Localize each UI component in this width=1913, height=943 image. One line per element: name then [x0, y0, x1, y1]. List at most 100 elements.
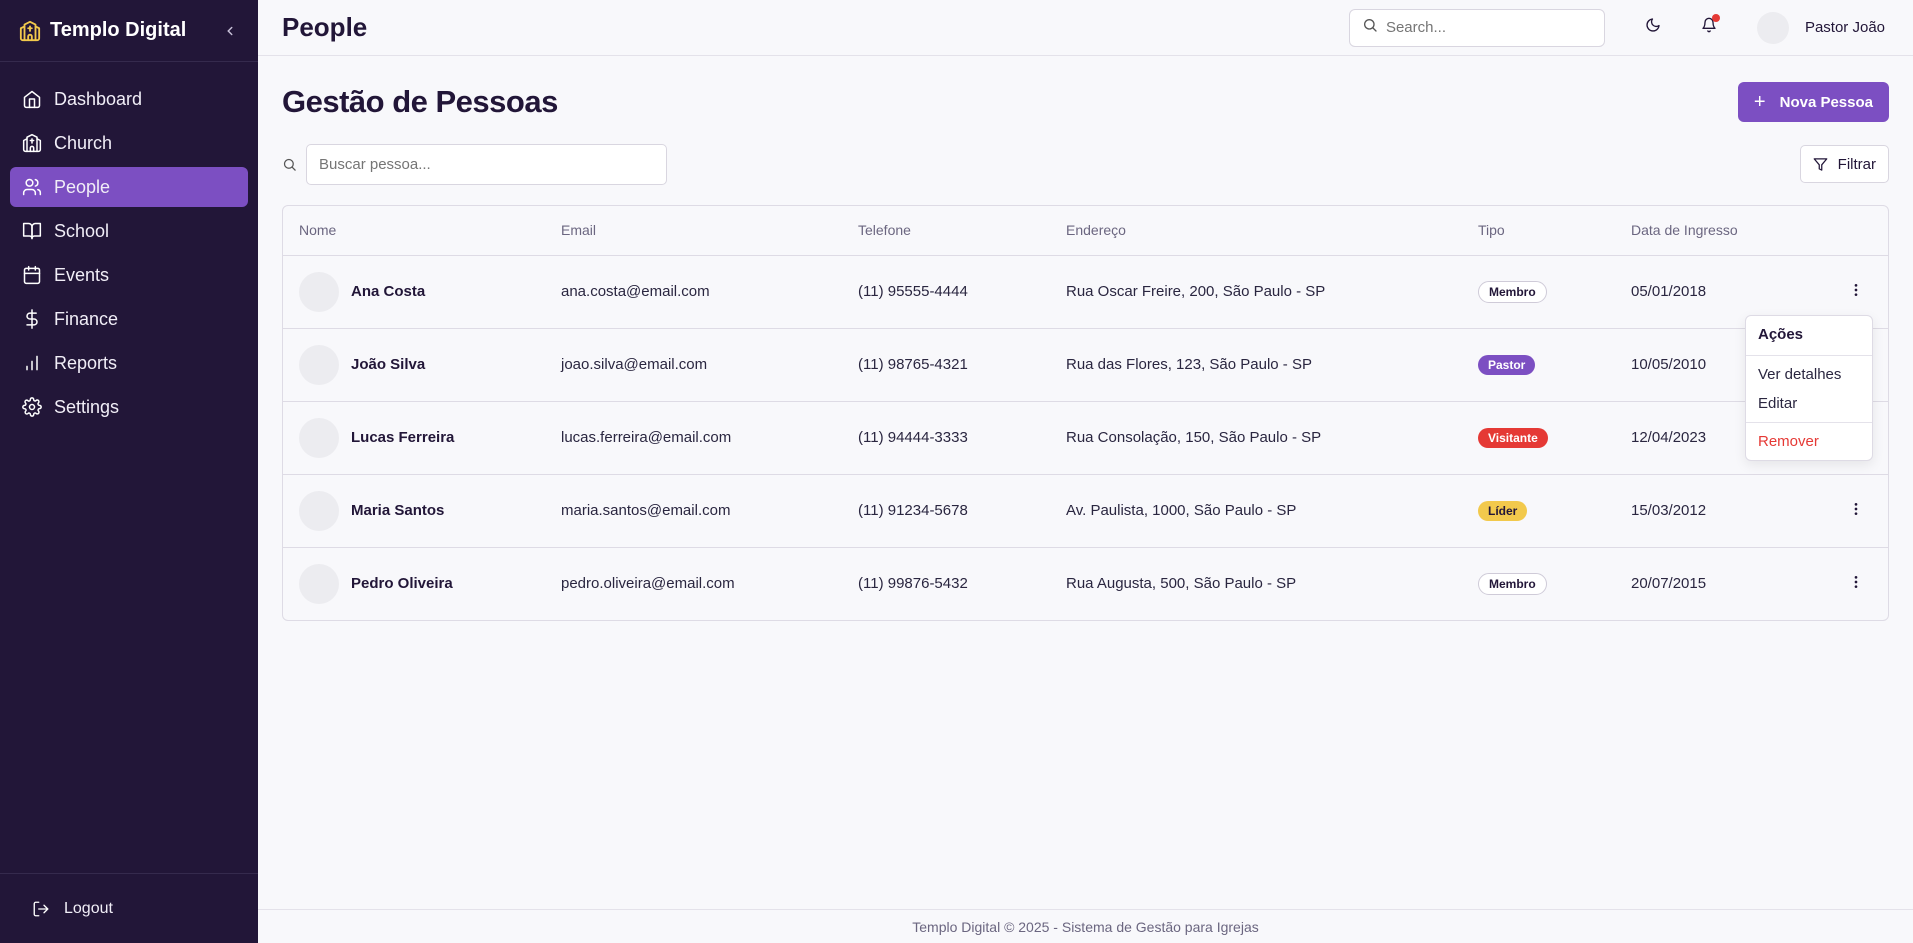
- table-row[interactable]: Lucas Ferreira lucas.ferreira@email.com …: [283, 401, 1888, 475]
- avatar: [299, 271, 339, 312]
- plus-icon: +: [1753, 90, 1766, 113]
- more-vertical-icon: [1848, 574, 1864, 594]
- filter-label: Filtrar: [1837, 155, 1876, 173]
- column-header-address[interactable]: Endereço: [1050, 206, 1462, 256]
- edit-menu-item[interactable]: Editar: [1746, 389, 1872, 418]
- column-header-email[interactable]: Email: [545, 206, 842, 256]
- table-header-row: Nome Email Telefone Endereço Tipo Data d…: [283, 206, 1888, 256]
- row-actions-button[interactable]: [1844, 572, 1868, 596]
- sidebar-item-events[interactable]: Events: [10, 255, 248, 295]
- calendar-icon: [22, 265, 42, 285]
- column-header-date[interactable]: Data de Ingresso: [1615, 206, 1800, 256]
- remove-menu-item[interactable]: Remover: [1746, 427, 1872, 456]
- column-header-actions: [1800, 206, 1888, 256]
- column-header-name[interactable]: Nome: [283, 206, 545, 256]
- person-name: Pedro Oliveira: [351, 575, 453, 593]
- table-row[interactable]: Pedro Oliveira pedro.oliveira@email.com …: [283, 547, 1888, 620]
- sidebar-item-church[interactable]: Church: [10, 123, 248, 163]
- sidebar-item-label: Events: [54, 264, 110, 285]
- table-row[interactable]: João Silva joao.silva@email.com (11) 987…: [283, 328, 1888, 402]
- person-address: Rua Oscar Freire, 200, São Paulo - SP: [1050, 255, 1462, 329]
- type-badge: Pastor: [1478, 354, 1536, 375]
- menu-divider: [1746, 355, 1872, 356]
- sidebar-item-people[interactable]: People: [10, 167, 248, 207]
- logout-button[interactable]: Logout: [32, 900, 113, 918]
- global-search: [1348, 8, 1605, 47]
- main-content: Gestão de Pessoas + Nova Pessoa Filtrar …: [258, 57, 1913, 909]
- join-date: 20/07/2015: [1631, 575, 1707, 593]
- person-address: Rua Augusta, 500, São Paulo - SP: [1066, 575, 1297, 593]
- table-row[interactable]: Maria Santos maria.santos@email.com (11)…: [283, 474, 1888, 548]
- person-phone: (11) 95555-4444: [842, 255, 1050, 329]
- new-person-button[interactable]: + Nova Pessoa: [1737, 82, 1889, 122]
- more-vertical-icon: [1848, 282, 1864, 302]
- section-title: Gestão de Pessoas: [282, 84, 558, 119]
- column-header-phone[interactable]: Telefone: [842, 206, 1050, 256]
- sidebar-item-label: Dashboard: [54, 88, 143, 109]
- person-email: lucas.ferreira@email.com: [545, 401, 842, 475]
- person-name: Ana Costa: [351, 283, 426, 300]
- sidebar-item-label: Settings: [54, 396, 120, 417]
- join-date: 15/03/2012: [1615, 474, 1800, 548]
- type-badge: Membro: [1478, 572, 1547, 595]
- search-icon: [1362, 17, 1378, 38]
- sidebar: Templo Digital Dashboard Church People S…: [0, 0, 258, 943]
- search-icon: [282, 157, 300, 172]
- row-actions-button[interactable]: [1844, 280, 1868, 304]
- logout-label: Logout: [64, 899, 113, 917]
- person-address: Rua das Flores, 123, São Paulo - SP: [1050, 328, 1462, 402]
- menu-divider: [1746, 422, 1872, 423]
- type-badge: Membro: [1478, 280, 1547, 303]
- dollar-icon: [22, 309, 42, 329]
- user-name: Pastor João: [1804, 19, 1885, 36]
- sidebar-item-label: Church: [54, 132, 113, 153]
- footer-text: Templo Digital © 2025 - Sistema de Gestã…: [912, 918, 1259, 935]
- sidebar-item-finance[interactable]: Finance: [10, 299, 248, 339]
- person-address: Rua Consolação, 150, São Paulo - SP: [1050, 401, 1462, 475]
- avatar: [299, 344, 339, 385]
- page-title: People: [282, 12, 368, 42]
- sidebar-nav: Dashboard Church People School Events Fi…: [0, 62, 258, 427]
- person-search: [282, 143, 667, 185]
- sidebar-item-label: Reports: [54, 352, 118, 373]
- person-email: pedro.oliveira@email.com: [561, 575, 735, 593]
- person-search-input[interactable]: [306, 143, 667, 185]
- global-search-input[interactable]: [1385, 19, 1586, 36]
- avatar: [299, 417, 339, 458]
- table-row[interactable]: Ana Costa ana.costa@email.com (11) 95555…: [283, 255, 1888, 329]
- people-table: Nome Email Telefone Endereço Tipo Data d…: [282, 205, 1889, 621]
- theme-toggle-button[interactable]: [1635, 10, 1671, 46]
- sidebar-item-label: School: [54, 220, 110, 241]
- person-address: Av. Paulista, 1000, São Paulo - SP: [1050, 474, 1462, 548]
- row-actions-menu: Ações Ver detalhes Editar Remover: [1745, 315, 1873, 461]
- gear-icon: [22, 397, 42, 417]
- new-person-label: Nova Pessoa: [1779, 93, 1873, 111]
- notifications-button[interactable]: [1691, 10, 1727, 46]
- avatar: [1756, 11, 1789, 44]
- user-menu[interactable]: Pastor João: [1756, 11, 1885, 44]
- sidebar-item-school[interactable]: School: [10, 211, 248, 251]
- filter-icon: [1813, 157, 1828, 172]
- sidebar-item-label: People: [54, 176, 111, 197]
- filter-button[interactable]: Filtrar: [1799, 145, 1889, 183]
- person-name: Maria Santos: [351, 502, 445, 519]
- sidebar-footer: Logout: [0, 873, 258, 943]
- person-phone: (11) 98765-4321: [842, 328, 1050, 402]
- moon-icon: [1645, 17, 1661, 38]
- more-vertical-icon: [1848, 501, 1864, 521]
- logout-icon: [32, 900, 50, 918]
- person-name: João Silva: [351, 356, 426, 373]
- users-icon: [22, 177, 42, 197]
- collapse-sidebar-button[interactable]: [220, 21, 240, 41]
- sidebar-item-dashboard[interactable]: Dashboard: [10, 79, 248, 119]
- top-bar: People Pastor João: [258, 0, 1913, 56]
- brand-title: Templo Digital: [50, 19, 187, 41]
- brand-header: Templo Digital: [0, 0, 258, 62]
- row-actions-button[interactable]: [1844, 499, 1868, 523]
- column-header-type[interactable]: Tipo: [1462, 206, 1615, 256]
- sidebar-item-reports[interactable]: Reports: [10, 343, 248, 383]
- sidebar-item-settings[interactable]: Settings: [10, 387, 248, 427]
- bar-chart-icon: [22, 353, 42, 373]
- person-email: joao.silva@email.com: [545, 328, 842, 402]
- view-details-menu-item[interactable]: Ver detalhes: [1746, 360, 1872, 389]
